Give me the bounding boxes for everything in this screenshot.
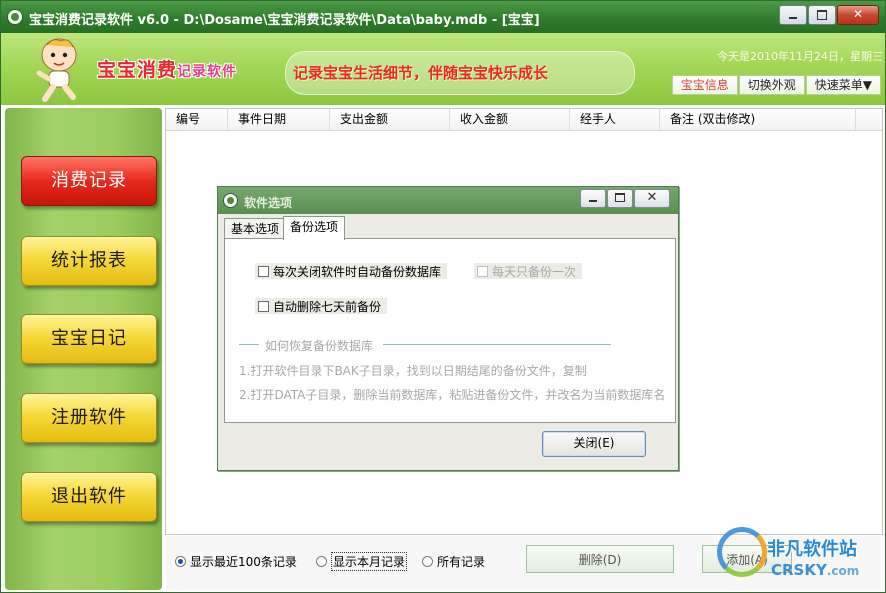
radio-label: 所有记录 [437, 554, 486, 569]
column-header-handler[interactable]: 经手人 [570, 109, 660, 130]
divider [239, 344, 259, 345]
close-icon: ✕ [646, 190, 658, 205]
column-header-note[interactable]: 备注 (双击修改) [660, 109, 856, 130]
radio-all-records[interactable]: 所有记录 [422, 553, 485, 569]
watermark-logo-icon [717, 527, 767, 577]
quick-menu-button[interactable]: 快速菜单▼ [805, 75, 881, 95]
maximize-button[interactable] [808, 5, 836, 25]
app-icon[interactable] [7, 9, 23, 25]
options-dialog: 软件选项 ✕ 基本选项 备份选项 每次关闭软件时自动备份数据库 每天只备份一次 … [217, 186, 679, 471]
logo-main-text: 宝宝消费 [97, 59, 178, 81]
delete-button[interactable]: 删除(D) [526, 545, 674, 573]
close-button[interactable]: ✕ [837, 5, 879, 25]
nav-register-software[interactable]: 注册软件 [21, 393, 157, 443]
header-toolbar: 宝宝信息 切换外观 快速菜单▼ [671, 75, 881, 95]
dialog-minimize-button[interactable] [580, 189, 606, 208]
checkbox-label: 每天只备份一次 [492, 264, 577, 279]
nav-baby-diary[interactable]: 宝宝日记 [21, 314, 157, 364]
divider [383, 344, 611, 345]
tab-backup-options[interactable]: 备份选项 [283, 216, 346, 240]
radio-this-month[interactable]: 显示本月记录 [316, 551, 408, 571]
main-window: 宝宝消费记录软件 v6.0 - D:\Dosame\宝宝消费记录软件\Data\… [0, 0, 886, 593]
radio-indicator [422, 555, 433, 567]
dialog-title-bar[interactable]: 软件选项 ✕ [218, 187, 678, 214]
nav-exit-software[interactable]: 退出软件 [21, 472, 157, 522]
dialog-window-controls: ✕ [580, 189, 670, 208]
title-bar[interactable]: 宝宝消费记录软件 v6.0 - D:\Dosame\宝宝消费记录软件\Data\… [1, 1, 885, 33]
dialog-app-icon [223, 193, 238, 208]
radio-indicator [175, 555, 186, 567]
watermark-domain: CRSKY.com [771, 561, 859, 579]
table-header: 编号 事件日期 支出金额 收入金额 经手人 备注 (双击修改) [166, 109, 882, 131]
slogan-text: 记录宝宝生活细节，伴随宝宝快乐成长 [293, 64, 549, 82]
minimize-icon [589, 200, 597, 202]
restore-title-text: 如何恢复备份数据库 [265, 337, 374, 354]
window-controls: ✕ [779, 5, 879, 25]
checkbox-label: 每次关闭软件时自动备份数据库 [273, 264, 442, 279]
checkbox-box [477, 265, 488, 277]
dialog-title: 软件选项 [244, 196, 293, 210]
restore-step-1: 1.打开软件目录下BAK子目录，找到以日期结尾的备份文件，复制 [239, 364, 587, 378]
watermark-domain-name: CRSKY [771, 561, 827, 579]
dialog-maximize-button[interactable] [607, 189, 633, 208]
header-banner: 宝宝消费记录软件 记录宝宝生活细节，伴随宝宝快乐成长 今天是2010年11月24… [1, 33, 885, 105]
site-watermark: 非凡软件站 CRSKY.com [713, 521, 885, 589]
column-header-income[interactable]: 收入金额 [450, 109, 570, 130]
dialog-close-action-button[interactable]: 关闭(E) [542, 431, 646, 457]
maximize-icon [615, 193, 625, 202]
auto-backup-on-close-checkbox[interactable]: 每次关闭软件时自动备份数据库 [255, 263, 448, 279]
backup-options-panel: 每次关闭软件时自动备份数据库 每天只备份一次 自动删除七天前备份 如何恢复备份数… [224, 238, 676, 423]
app-logo: 宝宝消费记录软件 [97, 55, 237, 82]
checkbox-box [258, 300, 269, 312]
baby-info-button[interactable]: 宝宝信息 [671, 75, 738, 95]
dialog-close-button[interactable]: ✕ [634, 189, 670, 208]
radio-indicator [316, 555, 327, 567]
switch-skin-button[interactable]: 切换外观 [738, 75, 805, 95]
restore-step-2: 2.打开DATA子目录，删除当前数据库，粘贴进备份文件，并改名为当前数据库名 [239, 388, 666, 402]
checkbox-label: 自动删除七天前备份 [273, 299, 382, 314]
column-header-id[interactable]: 编号 [166, 109, 228, 130]
close-icon: ✕ [852, 7, 864, 21]
nav-statistics-report[interactable]: 统计报表 [21, 236, 157, 286]
logo-sub-text: 记录软件 [177, 64, 238, 80]
nav-consumption-records[interactable]: 消费记录 [21, 156, 157, 206]
column-header-date[interactable]: 事件日期 [228, 109, 330, 130]
auto-delete-old-backups-checkbox[interactable]: 自动删除七天前备份 [255, 298, 388, 314]
maximize-icon [817, 10, 827, 20]
radio-label: 显示本月记录 [331, 551, 408, 571]
checkbox-box [258, 265, 269, 277]
radio-label: 显示最近100条记录 [190, 554, 297, 569]
minimize-button[interactable] [779, 5, 807, 25]
backup-once-daily-checkbox: 每天只备份一次 [474, 263, 583, 279]
date-text: 今天是2010年11月24日，星期三 [717, 50, 883, 63]
watermark-tld: .com [826, 564, 860, 578]
baby-mascot-icon [36, 38, 77, 102]
radio-recent-100[interactable]: 显示最近100条记录 [175, 553, 297, 569]
minimize-icon [789, 17, 797, 19]
sidebar: 消费记录 统计报表 宝宝日记 注册软件 退出软件 [5, 108, 162, 590]
restore-section-title: 如何恢复备份数据库 [239, 337, 611, 354]
watermark-name: 非凡软件站 [767, 539, 857, 560]
column-header-expense[interactable]: 支出金额 [330, 109, 450, 130]
window-title: 宝宝消费记录软件 v6.0 - D:\Dosame\宝宝消费记录软件\Data\… [29, 13, 540, 28]
tab-basic-options[interactable]: 基本选项 [224, 218, 287, 239]
